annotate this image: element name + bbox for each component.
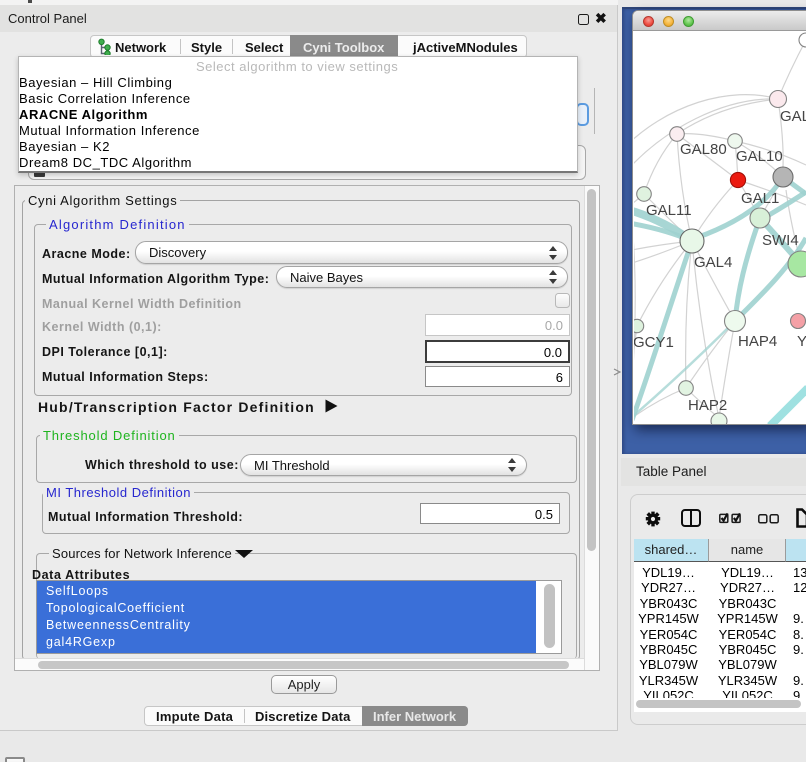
svg-text:GAL11: GAL11 <box>646 202 692 219</box>
svg-text:GCY1: GCY1 <box>634 334 674 351</box>
svg-text:GAL1: GAL1 <box>741 190 779 207</box>
svg-text:Y: Y <box>797 333 806 350</box>
svg-text:GAL: GAL <box>780 108 806 125</box>
svg-text:HAP4: HAP4 <box>738 333 777 350</box>
svg-text:GAL4: GAL4 <box>694 254 732 271</box>
svg-text:HAP2: HAP2 <box>688 397 727 414</box>
svg-text:GAL10: GAL10 <box>736 148 783 165</box>
svg-text:GAL80: GAL80 <box>680 141 727 158</box>
svg-text:SWI4: SWI4 <box>762 232 799 249</box>
